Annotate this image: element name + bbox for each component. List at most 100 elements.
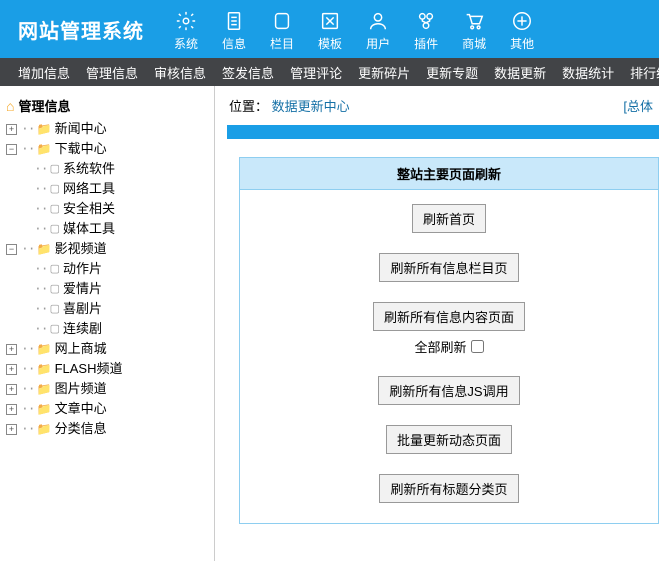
top-nav: 系统 信息 栏目 模板 用户 插件 商城 其他	[162, 3, 659, 56]
refresh-content-button[interactable]: 刷新所有信息内容页面	[373, 302, 525, 331]
tree-leaf[interactable]: ··▢安全相关	[24, 199, 208, 219]
tree-leaf-label[interactable]: 安全相关	[63, 199, 115, 219]
refresh-js-button[interactable]: 刷新所有信息JS调用	[378, 376, 519, 405]
tree-node[interactable]: −··📁影视频道	[6, 239, 208, 259]
tree-node[interactable]: +··📁图片频道	[6, 379, 208, 399]
tree-connector: ··	[34, 159, 48, 179]
page-icon: ▢	[50, 259, 60, 279]
nav-template[interactable]: 模板	[306, 3, 354, 56]
tree-node-label[interactable]: FLASH频道	[55, 359, 123, 379]
folder-icon: 📁	[37, 379, 52, 399]
folder-icon: 📁	[37, 139, 52, 159]
tree-node-label[interactable]: 网上商城	[55, 339, 107, 359]
tree-leaf-label[interactable]: 动作片	[63, 259, 102, 279]
tree-connector: ··	[21, 339, 35, 359]
refresh-titles-button[interactable]: 刷新所有标题分类页	[379, 474, 518, 503]
subnav-item[interactable]: 审核信息	[154, 63, 206, 82]
tree-node-label[interactable]: 文章中心	[55, 399, 107, 419]
expand-icon[interactable]: +	[6, 384, 17, 395]
page-icon: ▢	[50, 219, 60, 239]
tree-leaf[interactable]: ··▢网络工具	[24, 179, 208, 199]
refresh-home-button[interactable]: 刷新首页	[412, 204, 486, 233]
expand-icon[interactable]: +	[6, 404, 17, 415]
collapse-icon[interactable]: −	[6, 244, 17, 255]
nav-user[interactable]: 用户	[354, 3, 402, 56]
subnav-item[interactable]: 增加信息	[18, 63, 70, 82]
tree-connector: ··	[34, 179, 48, 199]
user-icon	[366, 9, 390, 33]
page-icon: ▢	[50, 179, 60, 199]
tree-leaf-label[interactable]: 爱情片	[63, 279, 102, 299]
app-logo: 网站管理系统	[0, 15, 162, 44]
subnav-item[interactable]: 数据更新	[494, 63, 546, 82]
top-header: 网站管理系统 系统 信息 栏目 模板 用户 插件 商城	[0, 0, 659, 58]
tree-leaf[interactable]: ··▢动作片	[24, 259, 208, 279]
tree-leaf-label[interactable]: 网络工具	[63, 179, 115, 199]
subnav-item[interactable]: 排行统	[630, 63, 659, 82]
plugin-icon	[414, 9, 438, 33]
nav-info[interactable]: 信息	[210, 3, 258, 56]
tree-node[interactable]: + ··📁文章中心	[6, 399, 208, 419]
refresh-columns-button[interactable]: 刷新所有信息栏目页	[379, 253, 518, 282]
page-icon: ▢	[50, 299, 60, 319]
refresh-all-label: 全部刷新	[414, 337, 466, 356]
tree-leaf[interactable]: ··▢爱情片	[24, 279, 208, 299]
tree-leaf-label[interactable]: 系统软件	[63, 159, 115, 179]
folder-icon: 📁	[37, 119, 52, 139]
nav-column[interactable]: 栏目	[258, 3, 306, 56]
expand-icon[interactable]: +	[6, 364, 17, 375]
nav-plugin[interactable]: 插件	[402, 3, 450, 56]
nav-other[interactable]: 其他	[498, 3, 546, 56]
expand-icon[interactable]: +	[6, 124, 17, 135]
folder-icon: 📁	[37, 399, 52, 419]
breadcrumb: 位置： 数据更新中心 [总体	[229, 96, 659, 115]
nav-shop[interactable]: 商城	[450, 3, 498, 56]
template-icon	[318, 9, 342, 33]
tree-root[interactable]: ⌂ 管理信息	[6, 96, 208, 115]
tree-node-label[interactable]: 图片频道	[55, 379, 107, 399]
subnav-item[interactable]: 更新碎片	[358, 63, 410, 82]
subnav-item[interactable]: 更新专题	[426, 63, 478, 82]
subnav-item[interactable]: 数据统计	[562, 63, 614, 82]
body: ⌂ 管理信息 +··📁新闻中心−··📁下载中心··▢系统软件··▢网络工具··▢…	[0, 86, 659, 561]
breadcrumb-right[interactable]: [总体	[623, 96, 653, 115]
collapse-icon[interactable]: −	[6, 144, 17, 155]
expand-icon[interactable]: +	[6, 344, 17, 355]
batch-dynamic-button[interactable]: 批量更新动态页面	[386, 425, 512, 454]
nav-label: 其他	[510, 35, 534, 52]
nav-system[interactable]: 系统	[162, 3, 210, 56]
subnav-item[interactable]: 签发信息	[222, 63, 274, 82]
tree-connector: ··	[21, 119, 35, 139]
tree-leaf-label[interactable]: 喜剧片	[63, 299, 102, 319]
tree-node-label[interactable]: 影视频道	[55, 239, 107, 259]
tree-leaf[interactable]: ··▢喜剧片	[24, 299, 208, 319]
tree-leaf-label[interactable]: 媒体工具	[63, 219, 115, 239]
tree-node[interactable]: + ··📁新闻中心	[6, 119, 208, 139]
tree-node-label[interactable]: 下载中心	[55, 139, 107, 159]
expand-icon[interactable]: +	[6, 424, 17, 435]
tree-connector: ··	[21, 399, 35, 419]
tree-node[interactable]: +··📁分类信息	[6, 419, 208, 439]
refresh-all-checkbox[interactable]	[471, 340, 484, 353]
tree-node-label[interactable]: 分类信息	[55, 419, 107, 439]
tree-leaf-label[interactable]: 连续剧	[63, 319, 102, 339]
nav-label: 插件	[414, 35, 438, 52]
page-icon: ▢	[50, 159, 60, 179]
tree-connector: ··	[34, 199, 48, 219]
tree-leaf[interactable]: ··▢连续剧	[24, 319, 208, 339]
breadcrumb-link[interactable]: 数据更新中心	[272, 99, 350, 114]
tree-connector: ··	[21, 359, 35, 379]
subnav-item[interactable]: 管理信息	[86, 63, 138, 82]
subnav-item[interactable]: 管理评论	[290, 63, 342, 82]
tree-leaf[interactable]: ··▢媒体工具	[24, 219, 208, 239]
tree-node[interactable]: −··📁下载中心	[6, 139, 208, 159]
tree-node[interactable]: +··📁网上商城	[6, 339, 208, 359]
refresh-all-row: 全部刷新	[414, 337, 483, 356]
refresh-panel: 整站主要页面刷新 刷新首页 刷新所有信息栏目页 刷新所有信息内容页面 全部刷新 …	[239, 157, 659, 524]
tree-node-label[interactable]: 新闻中心	[55, 119, 107, 139]
tree: +··📁新闻中心−··📁下载中心··▢系统软件··▢网络工具··▢安全相关··▢…	[6, 119, 208, 439]
tree-leaf[interactable]: ··▢系统软件	[24, 159, 208, 179]
tree-connector: ··	[34, 219, 48, 239]
nav-label: 模板	[318, 35, 342, 52]
tree-node[interactable]: +··📁FLASH频道	[6, 359, 208, 379]
